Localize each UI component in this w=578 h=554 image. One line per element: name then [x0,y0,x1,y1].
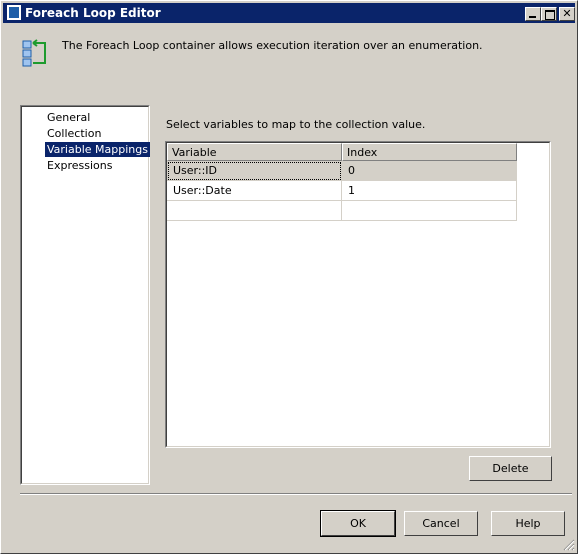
close-button[interactable]: ✕ [559,7,575,21]
maximize-button[interactable] [541,7,557,21]
footer-divider [20,493,572,495]
delete-button[interactable]: Delete [469,456,552,481]
nav-item-expressions[interactable]: Expressions [45,158,114,173]
minimize-icon [529,16,536,18]
cell-variable[interactable]: User::Date [167,181,342,201]
mapping-instruction: Select variables to map to the collectio… [166,118,426,131]
cell-variable[interactable]: User::ID [167,161,342,181]
title-bar[interactable]: Foreach Loop Editor ✕ [3,3,575,23]
cell-variable[interactable] [167,201,342,221]
help-button[interactable]: Help [491,511,565,536]
maximize-icon [545,10,555,20]
nav-item-collection[interactable]: Collection [45,126,103,141]
foreach-loop-editor-window: Foreach Loop Editor ✕ The Foreach Loop c… [0,0,578,554]
nav-item-variable-mappings[interactable]: Variable Mappings [45,142,150,157]
cell-index[interactable]: 0 [342,161,517,181]
cell-index[interactable] [342,201,517,221]
ok-button[interactable]: OK [320,510,396,537]
foreach-loop-icon [22,39,46,67]
column-header-variable[interactable]: Variable [167,143,342,161]
nav-item-general[interactable]: General [45,110,92,125]
app-icon [7,5,21,20]
cell-index[interactable]: 1 [342,181,517,201]
variable-mappings-grid[interactable]: Variable Index User::ID 0 User::Date 1 [165,141,551,448]
resize-grip-icon[interactable] [563,539,575,551]
header-description: The Foreach Loop container allows execut… [62,39,483,52]
minimize-button[interactable] [525,7,541,21]
cancel-button[interactable]: Cancel [404,511,478,536]
window-title: Foreach Loop Editor [25,6,161,20]
column-header-index[interactable]: Index [342,143,517,161]
page-navigation: General Collection Variable Mappings Exp… [20,105,150,485]
close-icon: ✕ [562,7,572,20]
